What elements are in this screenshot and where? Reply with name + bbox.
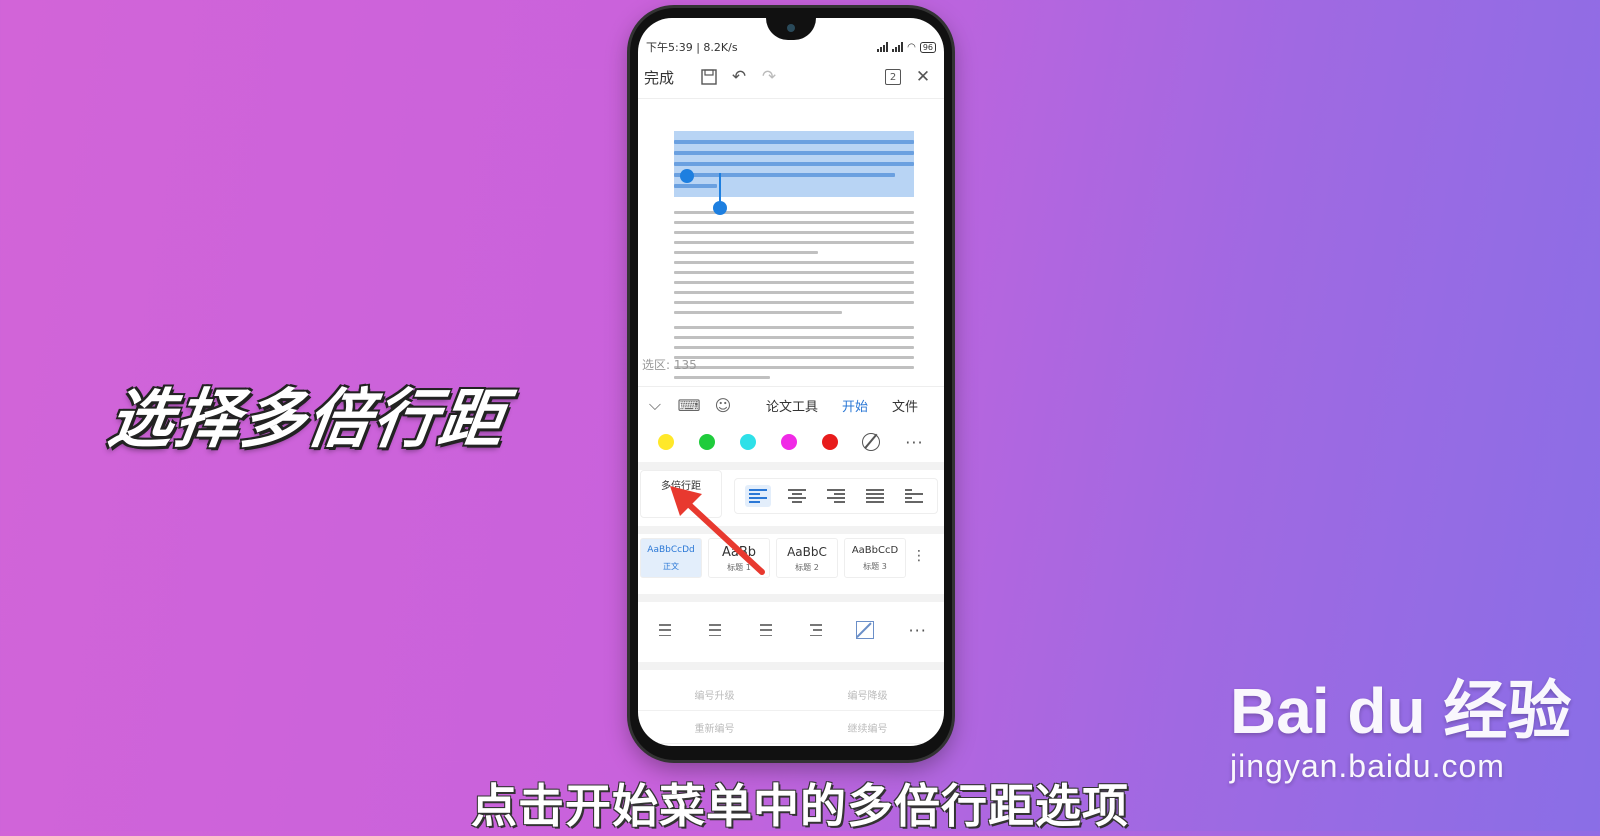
numbering-continue-button[interactable]: 继续编号 (848, 720, 888, 735)
selected-text (674, 131, 914, 197)
signal-2-icon (892, 42, 904, 52)
bullet-list-icon[interactable] (655, 624, 672, 636)
alignment-group (734, 478, 938, 514)
distribute-icon (905, 489, 923, 503)
numbering-restart-button[interactable]: 重新编号 (695, 720, 735, 735)
status-bar: 下午5:39 | 8.2K/s ◠ 96 (646, 38, 936, 56)
style-heading-2[interactable]: AaBbC 标题 2 (776, 538, 838, 578)
collapse-chevron-icon[interactable]: ⌵ (638, 395, 672, 415)
selection-end-handle[interactable] (713, 201, 727, 215)
divider (638, 462, 944, 470)
phone-screen: 下午5:39 | 8.2K/s ◠ 96 完成 ↶ ↷ 2 ✕ 选区: 135 … (638, 18, 944, 746)
color-yellow[interactable] (658, 434, 675, 450)
distribute-button[interactable] (901, 485, 927, 507)
front-camera-icon (787, 24, 795, 32)
baidu-logo: Bai du 经验 (1230, 660, 1571, 752)
divider (638, 594, 944, 602)
numbering-demote-button[interactable]: 编号降级 (848, 687, 888, 702)
numbered-list-icon[interactable] (756, 624, 772, 636)
watermark-brand: Bai du 经验 (1230, 675, 1572, 747)
redo-icon[interactable]: ↷ (754, 65, 784, 89)
bottom-tabbar: ⌵ ⌨ ☺ 论文工具 开始 文件 (638, 386, 944, 424)
align-left-button[interactable] (745, 485, 771, 507)
color-cyan[interactable] (740, 434, 757, 450)
chevron-down-icon: ⌄ (676, 494, 686, 505)
style-preview: AaBbCcDd (647, 545, 695, 555)
align-center-icon (788, 489, 806, 503)
numbering-options: 编号升级 编号降级 重新编号 继续编号 (638, 678, 944, 746)
line-spacing-button[interactable]: 多倍行距 ⌄ (640, 470, 722, 518)
tab-thesis-tools[interactable]: 论文工具 (754, 396, 830, 415)
align-left-icon (749, 489, 767, 503)
undo-icon[interactable]: ↶ (724, 65, 754, 89)
divider (638, 662, 944, 670)
selection-start-handle[interactable] (680, 169, 694, 183)
more-colors-icon[interactable]: ··· (905, 433, 923, 452)
selection-end-bar (719, 173, 721, 203)
selection-count: 选区: 135 (642, 358, 697, 372)
style-preview: AaBbCcD (851, 545, 899, 556)
numbering-promote-button[interactable]: 编号升级 (695, 687, 735, 702)
style-name: 标题 2 (795, 563, 819, 572)
style-name: 正文 (663, 562, 679, 571)
line-spacing-label: 多倍行距 (661, 481, 701, 492)
no-list-icon[interactable] (856, 621, 875, 639)
align-right-button[interactable] (823, 485, 849, 507)
baidu-jingyan-watermark: Bai du 经验 jingyan.baidu.com (1230, 660, 1571, 785)
voice-assistant-icon[interactable]: ☺ (706, 396, 740, 415)
multilevel-list-icon[interactable] (806, 624, 822, 636)
tab-file[interactable]: 文件 (880, 396, 930, 415)
editor-toolbar: 完成 ↶ ↷ 2 ✕ (638, 62, 944, 92)
left-caption: 选择多倍行距 (103, 383, 511, 457)
color-red[interactable] (821, 434, 838, 450)
subtitle-caption: 点击开始菜单中的多倍行距选项 (471, 779, 1129, 833)
color-magenta[interactable] (780, 434, 797, 450)
close-icon[interactable]: ✕ (908, 65, 938, 89)
style-name: 标题 1 (727, 563, 751, 572)
signal-icon (877, 42, 889, 52)
style-heading-1[interactable]: AaBb 标题 1 (708, 538, 770, 578)
style-body[interactable]: AaBbCcDd 正文 (640, 538, 702, 578)
style-heading-3[interactable]: AaBbCcD 标题 3 (844, 538, 906, 578)
done-button[interactable]: 完成 (644, 67, 674, 88)
paragraph-styles-row: AaBbCcDd 正文 AaBb 标题 1 AaBbC 标题 2 AaBbCcD… (638, 538, 944, 594)
align-right-icon (827, 489, 845, 503)
tab-start[interactable]: 开始 (830, 396, 880, 424)
status-icons: ◠ 96 (877, 41, 936, 53)
style-preview: AaBbC (787, 545, 827, 559)
bullet-list-2-icon[interactable] (705, 624, 722, 636)
phone-frame: 下午5:39 | 8.2K/s ◠ 96 完成 ↶ ↷ 2 ✕ 选区: 135 … (630, 8, 952, 760)
color-green[interactable] (699, 434, 716, 450)
justify-button[interactable] (862, 485, 888, 507)
keyboard-icon[interactable]: ⌨ (672, 396, 706, 415)
style-name: 标题 3 (863, 562, 887, 571)
save-icon[interactable] (694, 65, 724, 89)
highlight-color-row: ··· (638, 422, 944, 462)
page-count: 2 (885, 69, 901, 85)
more-styles-icon[interactable]: ⋮ (912, 538, 926, 594)
document-canvas[interactable] (638, 98, 944, 389)
align-center-button[interactable] (784, 485, 810, 507)
list-format-row: ··· (638, 610, 944, 650)
page-count-button[interactable]: 2 (878, 65, 908, 89)
style-preview: AaBb (721, 545, 757, 560)
wifi-icon: ◠ (907, 41, 916, 53)
document-text (674, 131, 914, 386)
status-time-speed: 下午5:39 | 8.2K/s (646, 41, 738, 54)
justify-icon (866, 489, 884, 503)
camera-notch (766, 18, 816, 40)
battery-icon: 96 (919, 41, 936, 53)
divider (638, 526, 944, 534)
no-color-icon[interactable] (862, 433, 881, 451)
more-lists-icon[interactable]: ··· (909, 621, 927, 640)
